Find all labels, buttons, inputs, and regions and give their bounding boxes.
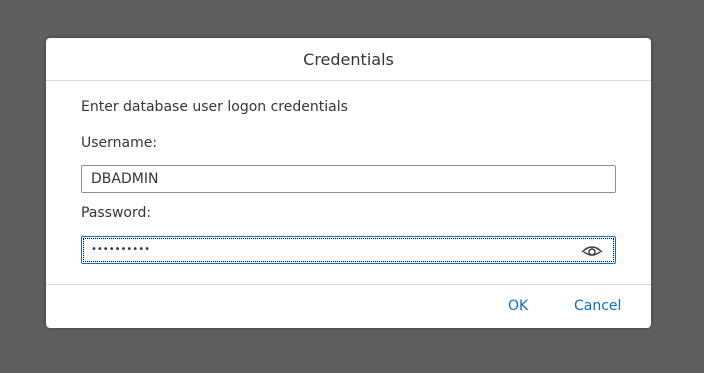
eye-icon[interactable]: [581, 242, 603, 258]
password-masked-value: ••••••••••: [91, 244, 150, 255]
ok-button[interactable]: OK: [508, 298, 528, 314]
password-field[interactable]: ••••••••••: [81, 236, 616, 264]
dialog-footer: OK Cancel: [46, 284, 651, 328]
cancel-button[interactable]: Cancel: [574, 298, 621, 314]
instruction-text: Enter database user logon credentials: [81, 99, 348, 115]
username-label: Username:: [81, 135, 158, 151]
dialog-title: Credentials: [303, 50, 394, 69]
credentials-dialog: Credentials Enter database user logon cr…: [46, 38, 651, 328]
dialog-header: Credentials: [46, 38, 651, 81]
password-label: Password:: [81, 205, 152, 221]
username-field[interactable]: [81, 165, 616, 193]
